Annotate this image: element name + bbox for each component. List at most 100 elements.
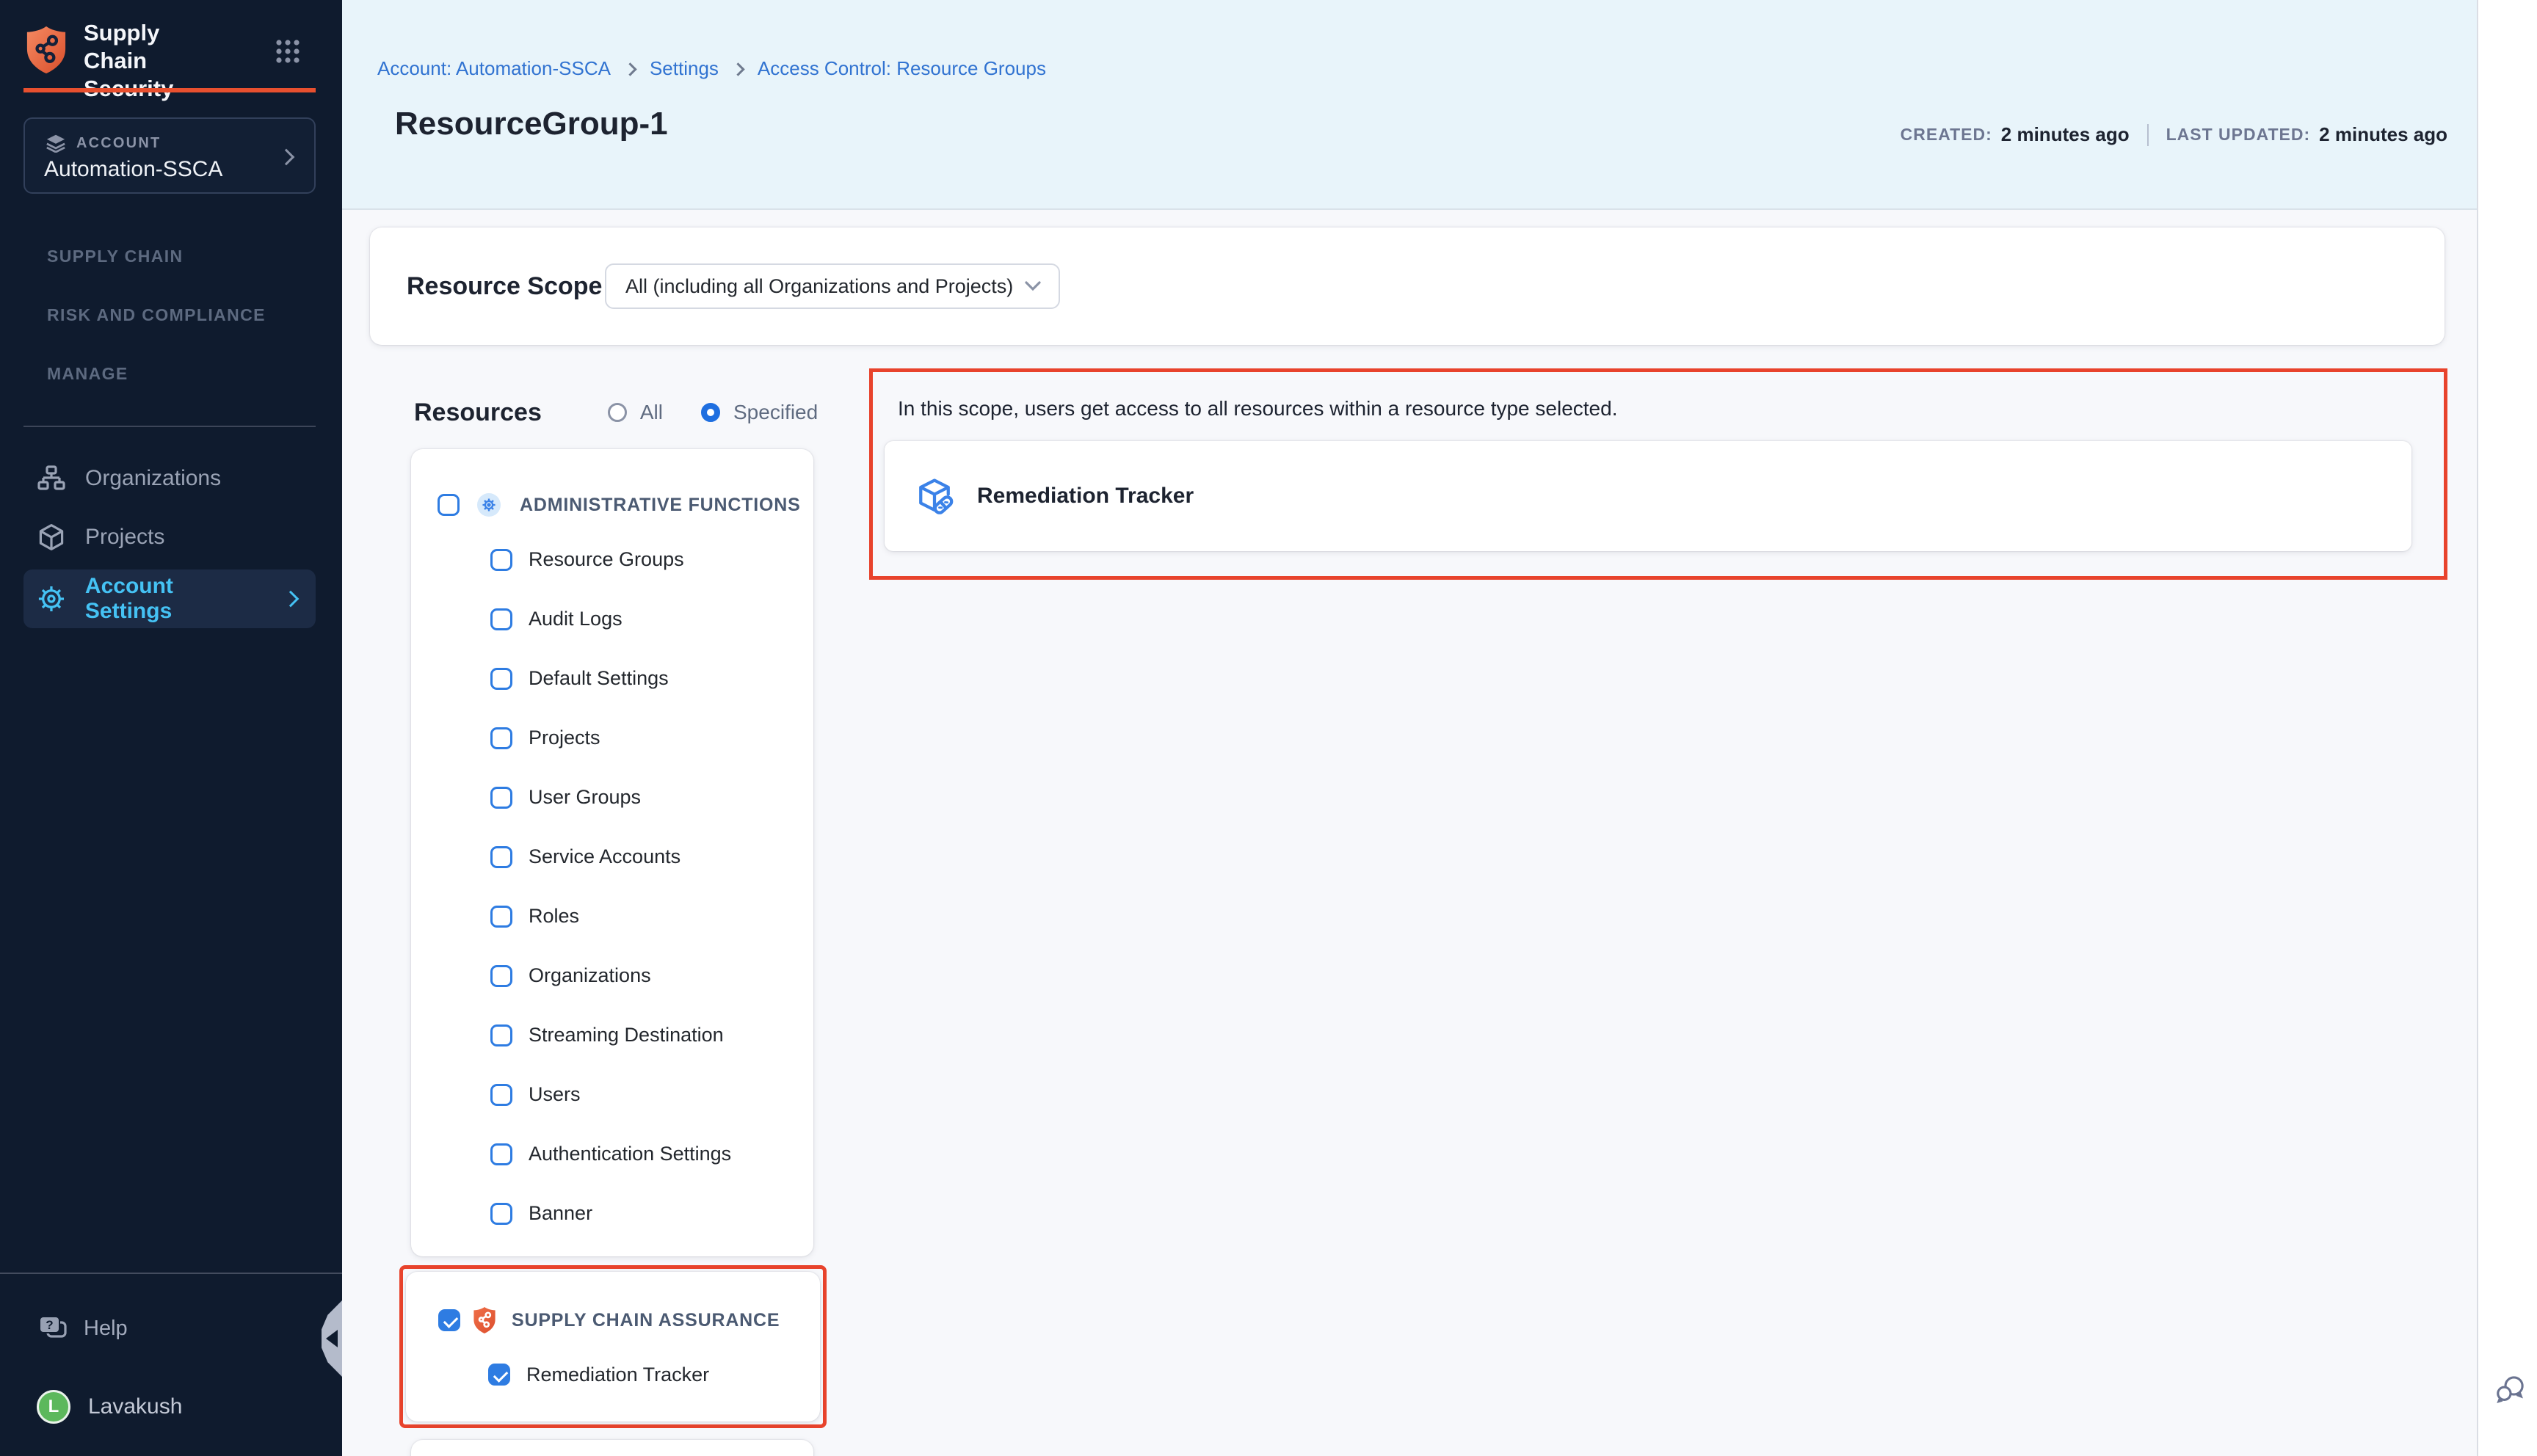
resources-header: Resources All Specified (414, 390, 856, 434)
scope-info-text: In this scope, users get access to all r… (898, 397, 1617, 421)
resource-item-label[interactable]: User Groups (529, 786, 641, 809)
page-header: Account: Automation-SSCA Settings Access… (342, 0, 2477, 210)
resource-item: Projects (411, 708, 813, 768)
sidebar-item-label: Organizations (85, 466, 221, 491)
resource-scope-dropdown[interactable]: All (including all Organizations and Pro… (605, 263, 1060, 309)
gear-badge-icon (477, 493, 501, 517)
resource-item-label[interactable]: Projects (529, 727, 600, 749)
sidebar-section-manage[interactable]: MANAGE (47, 364, 128, 384)
resource-item: Resource Groups (411, 530, 813, 589)
module-grid-icon[interactable] (275, 38, 301, 65)
radio-icon-selected[interactable] (701, 403, 720, 422)
org-chart-icon (37, 465, 66, 492)
next-group-card-partial (411, 1440, 813, 1456)
resource-item-label[interactable]: Streaming Destination (529, 1024, 724, 1046)
group-checkbox-checked[interactable] (438, 1309, 460, 1331)
user-name: Lavakush (88, 1394, 182, 1419)
supply-chain-assurance-highlight: SUPPLY CHAIN ASSURANCE Remediation Track… (399, 1265, 827, 1428)
radio-specified[interactable]: Specified (701, 401, 818, 424)
cube-icon (37, 523, 66, 552)
sidebar-bottom-divider (0, 1273, 342, 1274)
resource-checkbox[interactable] (490, 1024, 512, 1046)
resource-type-label: Remediation Tracker (977, 484, 1194, 509)
help-button[interactable]: ? Help (38, 1315, 128, 1342)
resource-item-label[interactable]: Banner (529, 1202, 592, 1225)
svg-text:?: ? (46, 1318, 53, 1332)
account-selector[interactable]: ACCOUNT Automation-SSCA (23, 117, 316, 194)
resource-checkbox[interactable] (490, 549, 512, 571)
radio-specified-label[interactable]: Specified (733, 401, 818, 424)
collapse-arrow-icon (326, 1330, 338, 1347)
resource-item: Users (411, 1065, 813, 1124)
resource-checkbox[interactable] (490, 1203, 512, 1225)
resource-checkbox[interactable] (490, 787, 512, 809)
group-header-supply-chain-assurance: SUPPLY CHAIN ASSURANCE (406, 1297, 820, 1344)
updated-label: LAST UPDATED: (2166, 125, 2311, 145)
meta-divider (2147, 124, 2149, 146)
page-body: Resource Scope All (including all Organi… (342, 210, 2477, 1456)
updated-value: 2 minutes ago (2319, 123, 2447, 146)
account-label: ACCOUNT (76, 135, 161, 152)
resource-item-label[interactable]: Default Settings (529, 667, 669, 690)
main-content: Account: Automation-SSCA Settings Access… (342, 0, 2477, 1456)
sidebar-item-organizations[interactable]: Organizations (23, 449, 316, 508)
avatar: L (37, 1390, 70, 1424)
resource-item-label[interactable]: Roles (529, 905, 579, 928)
page-title: ResourceGroup-1 (395, 106, 668, 142)
resource-checkbox[interactable] (490, 668, 512, 690)
support-chat-icon[interactable] (2494, 1374, 2527, 1406)
breadcrumb-account-link[interactable]: Account: Automation-SSCA (377, 57, 611, 80)
breadcrumb-access-control-link[interactable]: Access Control: Resource Groups (758, 57, 1046, 80)
resource-checkbox-checked[interactable] (488, 1364, 510, 1386)
sidebar-section-risk-and-compliance[interactable]: RISK AND COMPLIANCE (47, 305, 266, 325)
sidebar-item-label: Projects (85, 525, 164, 550)
group-checkbox[interactable] (438, 494, 460, 516)
resource-scope-label: Resource Scope (407, 272, 605, 301)
user-menu[interactable]: L Lavakush (37, 1390, 182, 1424)
resource-item: Banner (411, 1184, 813, 1243)
resource-checkbox[interactable] (490, 1084, 512, 1106)
chevron-right-icon (278, 149, 295, 166)
resources-heading: Resources (414, 398, 542, 427)
resource-item: Remediation Tracker (406, 1351, 820, 1398)
breadcrumb: Account: Automation-SSCA Settings Access… (377, 57, 1046, 80)
sidebar-section-supply-chain[interactable]: SUPPLY CHAIN (47, 247, 184, 266)
chevron-down-icon (1025, 281, 1041, 291)
sidebar: Supply Chain Security ACCOUNT Automation… (0, 0, 342, 1456)
radio-all-label[interactable]: All (640, 401, 663, 424)
resource-item-label[interactable]: Users (529, 1083, 581, 1106)
chevron-right-icon (623, 62, 636, 76)
breadcrumb-settings-link[interactable]: Settings (650, 57, 719, 80)
resource-checkbox[interactable] (490, 906, 512, 928)
resource-checkbox[interactable] (490, 608, 512, 630)
right-rail (2477, 0, 2537, 1456)
resource-item-label[interactable]: Service Accounts (529, 845, 680, 868)
sidebar-item-account-settings[interactable]: Account Settings (23, 569, 316, 628)
brand-divider (23, 88, 316, 92)
chevron-right-icon (731, 62, 744, 76)
resource-item-label[interactable]: Organizations (529, 964, 651, 987)
resource-checkbox[interactable] (490, 727, 512, 749)
resource-item-label[interactable]: Audit Logs (529, 608, 623, 630)
group-header-administrative-functions: ADMINISTRATIVE FUNCTIONS (411, 480, 813, 530)
sidebar-collapse-handle[interactable] (322, 1300, 342, 1377)
remediation-tracker-card: Remediation Tracker (885, 441, 2411, 551)
help-chat-icon: ? (38, 1315, 68, 1342)
resource-scope-value: All (including all Organizations and Pro… (625, 275, 1013, 298)
help-label: Help (84, 1317, 128, 1341)
resource-item: Default Settings (411, 649, 813, 708)
group-title: SUPPLY CHAIN ASSURANCE (512, 1310, 780, 1331)
radio-icon[interactable] (608, 403, 627, 422)
radio-all[interactable]: All (608, 401, 663, 424)
resource-item-label[interactable]: Remediation Tracker (526, 1364, 709, 1386)
group-title: ADMINISTRATIVE FUNCTIONS (520, 495, 801, 516)
resource-item-label[interactable]: Authentication Settings (529, 1143, 731, 1165)
account-name: Automation-SSCA (44, 157, 222, 182)
resource-checkbox[interactable] (490, 846, 512, 868)
sidebar-item-label: Account Settings (85, 574, 266, 624)
sidebar-item-projects[interactable]: Projects (23, 508, 316, 567)
resource-checkbox[interactable] (490, 1143, 512, 1165)
resource-checkbox[interactable] (490, 965, 512, 987)
resource-item-label[interactable]: Resource Groups (529, 548, 684, 571)
sidebar-divider (23, 426, 316, 427)
